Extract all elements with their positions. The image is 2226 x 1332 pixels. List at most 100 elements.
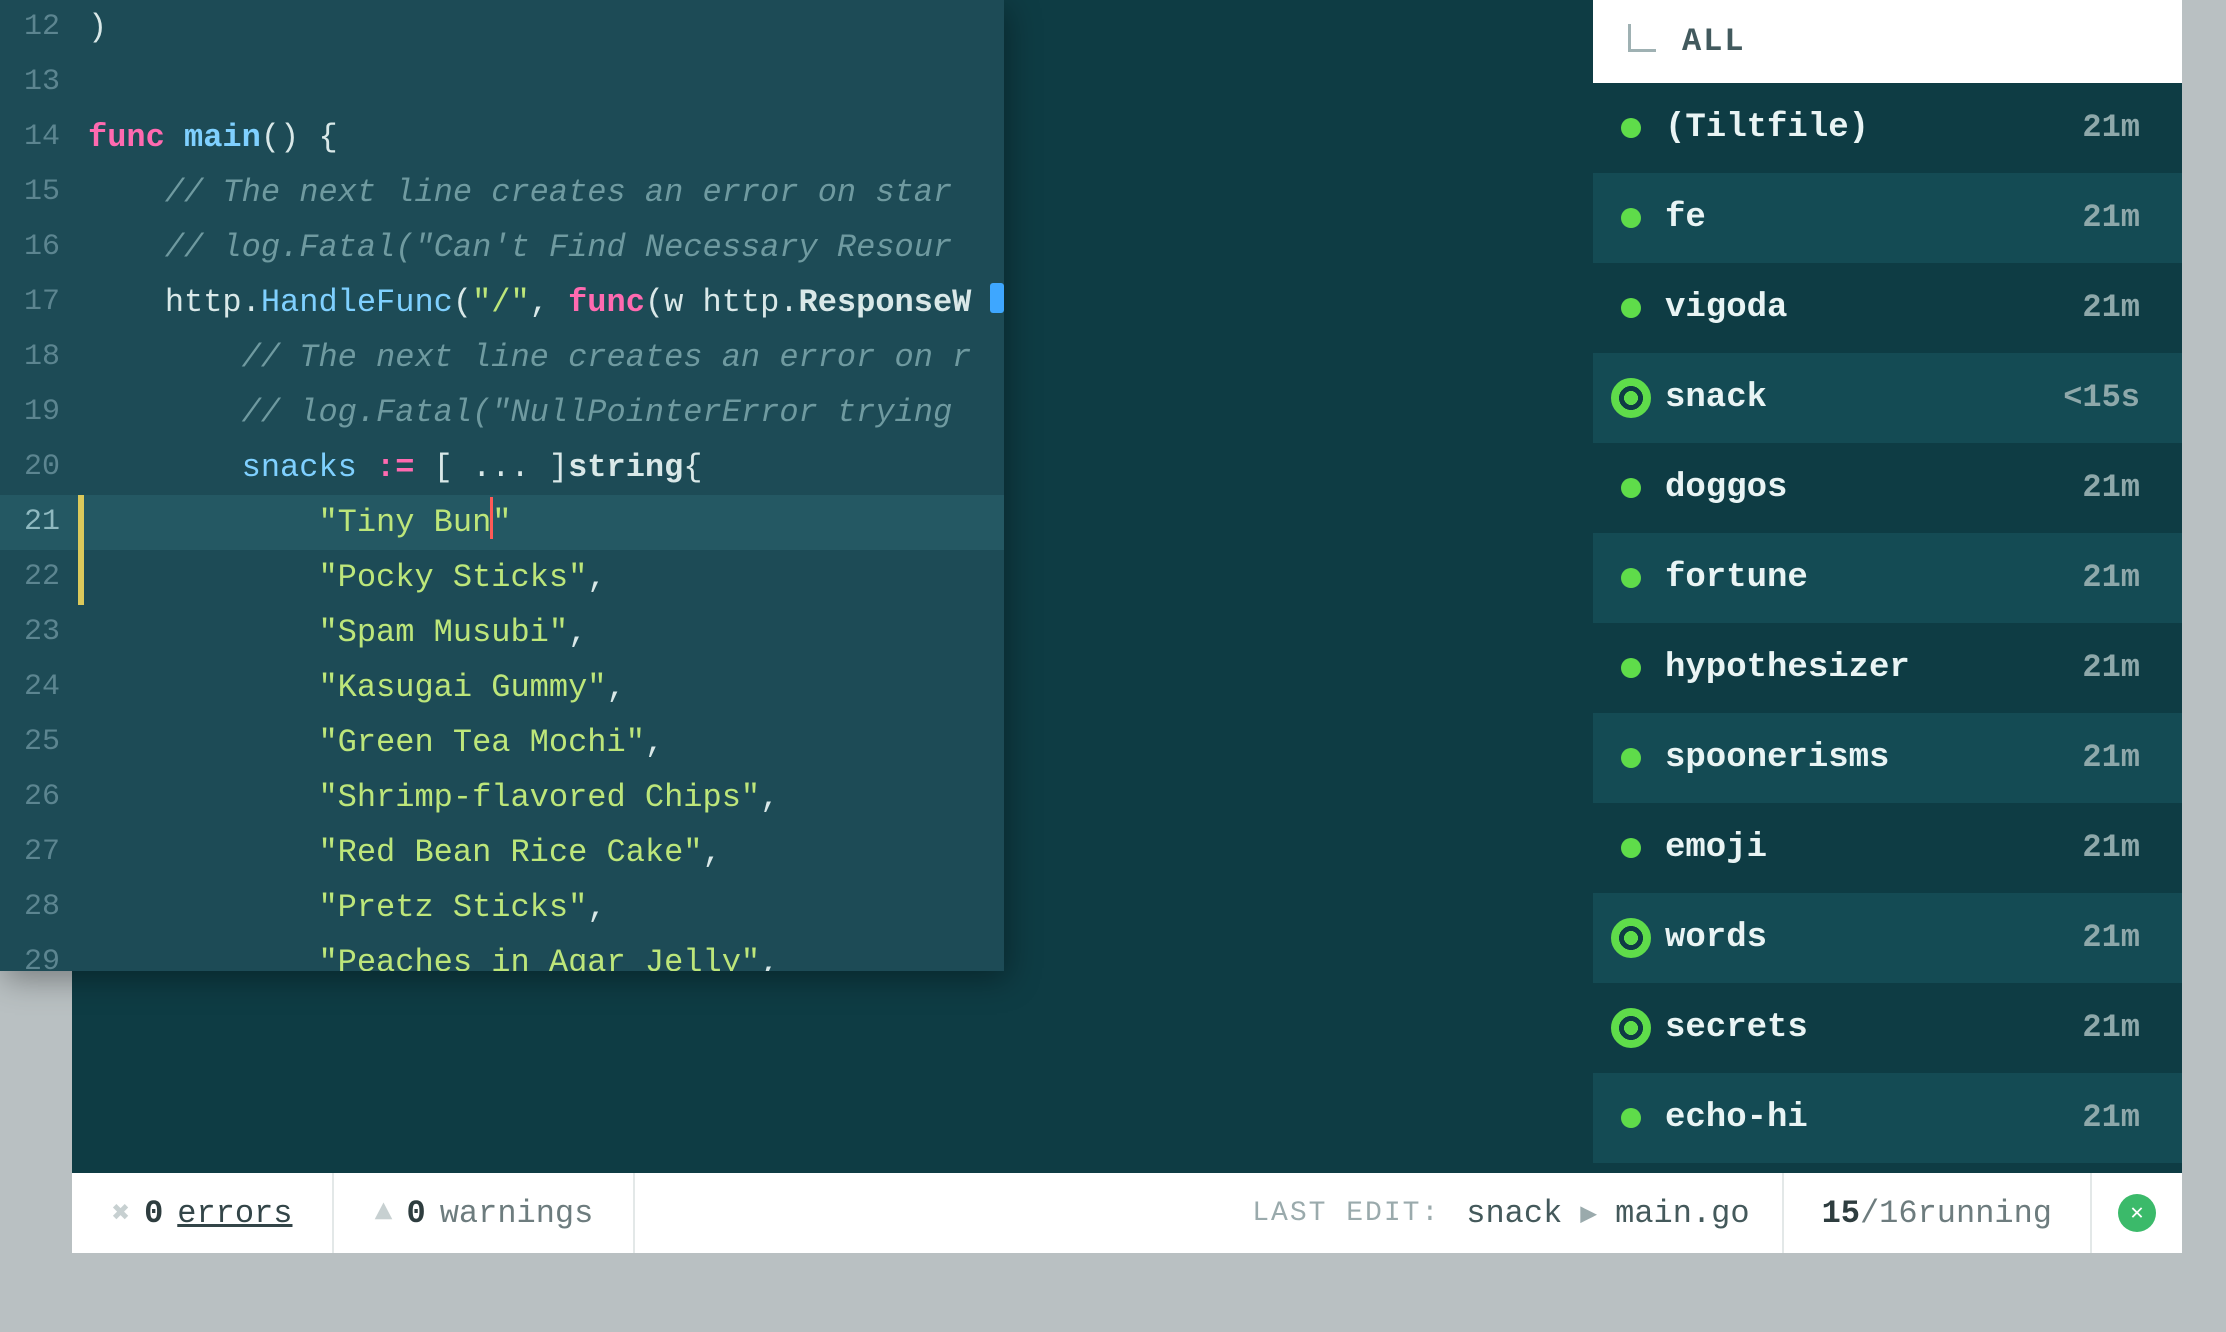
resource-name: emoji	[1665, 829, 2058, 867]
resource-time: <15s	[2063, 379, 2140, 416]
editor-line[interactable]: 24 "Kasugai Gummy",	[0, 660, 1004, 715]
resource-item[interactable]: words21m	[1593, 893, 2182, 983]
code-content: "Green Tea Mochi",	[88, 715, 664, 770]
editor-line[interactable]: 14func main() {	[0, 110, 1004, 165]
running-label: running	[1918, 1195, 2052, 1232]
code-content: "Pretz Sticks",	[88, 880, 606, 935]
editor-line[interactable]: 22 "Pocky Sticks",	[0, 550, 1004, 605]
status-ok-icon	[1621, 208, 1641, 228]
gutter-modified-icon	[78, 495, 84, 550]
line-number: 15	[0, 165, 78, 220]
editor-line[interactable]: 21 "Tiny Bun"	[0, 495, 1004, 550]
resource-time: 21m	[2082, 1099, 2140, 1136]
resource-item[interactable]: fortune 21m	[1593, 533, 2182, 623]
line-number: 13	[0, 55, 78, 110]
resource-name: secrets	[1665, 1009, 2058, 1047]
last-edit-label: LAST EDIT:	[1252, 1198, 1440, 1229]
editor-line[interactable]: 28 "Pretz Sticks",	[0, 880, 1004, 935]
editor-line[interactable]: 29 "Peaches in Agar Jelly",	[0, 935, 1004, 971]
line-number: 28	[0, 880, 78, 935]
gutter-modified-icon	[78, 770, 84, 825]
resource-time: 21m	[2082, 109, 2140, 146]
code-content: )	[88, 0, 107, 55]
gutter-modified-icon	[78, 440, 84, 495]
resource-time: 21m	[2082, 559, 2140, 596]
resource-item[interactable]: emoji21m	[1593, 803, 2182, 893]
resource-item[interactable]: secrets 21m	[1593, 983, 2182, 1073]
resource-time: 21m	[2082, 1009, 2140, 1046]
errors-count: 0	[144, 1195, 163, 1232]
status-ok-icon	[1621, 838, 1641, 858]
resource-time: 21m	[2082, 649, 2140, 686]
resource-name: snack	[1665, 379, 2039, 417]
code-editor[interactable]: 12)1314func main() {15 // The next line …	[0, 0, 1004, 971]
gutter-modified-icon	[78, 165, 84, 220]
code-content: "Kasugai Gummy",	[88, 660, 626, 715]
status-building-icon	[1611, 918, 1651, 958]
code-content: // The next line creates an error on r	[88, 330, 971, 385]
gutter-modified-icon	[78, 715, 84, 770]
resource-name: words	[1665, 919, 2058, 957]
resource-name: hypothesizer	[1665, 649, 2058, 687]
status-ok-icon	[1621, 298, 1641, 318]
code-content: "Red Bean Rice Cake",	[88, 825, 722, 880]
resource-item[interactable]: (Tiltfile) 21m	[1593, 83, 2182, 173]
resource-time: 21m	[2082, 739, 2140, 776]
editor-line[interactable]: 20 snacks := [ ... ]string{	[0, 440, 1004, 495]
editor-line[interactable]: 18 // The next line creates an error on …	[0, 330, 1004, 385]
resource-tab-all[interactable]: ALL	[1593, 0, 2182, 83]
resource-time: 21m	[2082, 469, 2140, 506]
resource-item[interactable]: doggos 21m	[1593, 443, 2182, 533]
resource-name: fe	[1665, 199, 2058, 237]
editor-line[interactable]: 15 // The next line creates an error on …	[0, 165, 1004, 220]
resource-item[interactable]: spoonerisms21m	[1593, 713, 2182, 803]
resource-item[interactable]: echo-hi 21m	[1593, 1073, 2182, 1163]
statusbar-warnings[interactable]: ▲ 0 warnings	[334, 1173, 635, 1253]
resource-item[interactable]: snack <15s	[1593, 353, 2182, 443]
editor-line[interactable]: 12)	[0, 0, 1004, 55]
tilt-logo-icon[interactable]: ✕	[2118, 1194, 2156, 1232]
gutter-modified-icon	[78, 880, 84, 935]
statusbar-errors[interactable]: ✖ 0 errors	[72, 1173, 334, 1253]
code-content: "Spam Musubi",	[88, 605, 587, 660]
statusbar-running: 15/16 running	[1782, 1173, 2092, 1253]
status-building-icon	[1611, 378, 1651, 418]
status-ok-icon	[1621, 1108, 1641, 1128]
chevron-right-icon: ▶	[1580, 1196, 1597, 1231]
line-number: 20	[0, 440, 78, 495]
editor-line[interactable]: 26 "Shrimp-flavored Chips",	[0, 770, 1004, 825]
line-number: 17	[0, 275, 78, 330]
resource-name: echo-hi	[1665, 1099, 2058, 1137]
editor-line[interactable]: 13	[0, 55, 1004, 110]
resource-item[interactable]: fe 21m	[1593, 173, 2182, 263]
status-ok-icon	[1621, 748, 1641, 768]
code-content: "Shrimp-flavored Chips",	[88, 770, 779, 825]
last-edit-resource: snack	[1466, 1195, 1562, 1232]
resource-name: doggos	[1665, 469, 2058, 507]
editor-line[interactable]: 25 "Green Tea Mochi",	[0, 715, 1004, 770]
resource-name: fortune	[1665, 559, 2058, 597]
resource-name: vigoda	[1665, 289, 2058, 327]
code-content: "Pocky Sticks",	[88, 550, 606, 605]
gutter-modified-icon	[78, 220, 84, 275]
editor-line[interactable]: 19 // log.Fatal("NullPointerError trying	[0, 385, 1004, 440]
line-number: 21	[0, 495, 78, 550]
editor-line[interactable]: 27 "Red Bean Rice Cake",	[0, 825, 1004, 880]
warning-icon: ▲	[374, 1196, 392, 1230]
gutter-modified-icon	[78, 330, 84, 385]
resource-item[interactable]: hypothesizer 21m	[1593, 623, 2182, 713]
resource-item[interactable]: vigoda21m	[1593, 263, 2182, 353]
status-building-icon	[1611, 1008, 1651, 1048]
editor-line[interactable]: 16 // log.Fatal("Can't Find Necessary Re…	[0, 220, 1004, 275]
statusbar-last-edit: LAST EDIT: snack ▶ main.go	[1252, 1195, 1781, 1232]
editor-line[interactable]: 23 "Spam Musubi",	[0, 605, 1004, 660]
resource-time: 21m	[2082, 199, 2140, 236]
code-content: // log.Fatal("Can't Find Necessary Resou…	[88, 220, 952, 275]
status-ok-icon	[1621, 118, 1641, 138]
resource-name: (Tiltfile)	[1665, 109, 2058, 147]
gutter-modified-icon	[78, 0, 84, 55]
warnings-count: 0	[407, 1195, 426, 1232]
gutter-modified-icon	[78, 660, 84, 715]
editor-line[interactable]: 17 http.HandleFunc("/", func(w http.Resp…	[0, 275, 1004, 330]
gutter-modified-icon	[78, 110, 84, 165]
